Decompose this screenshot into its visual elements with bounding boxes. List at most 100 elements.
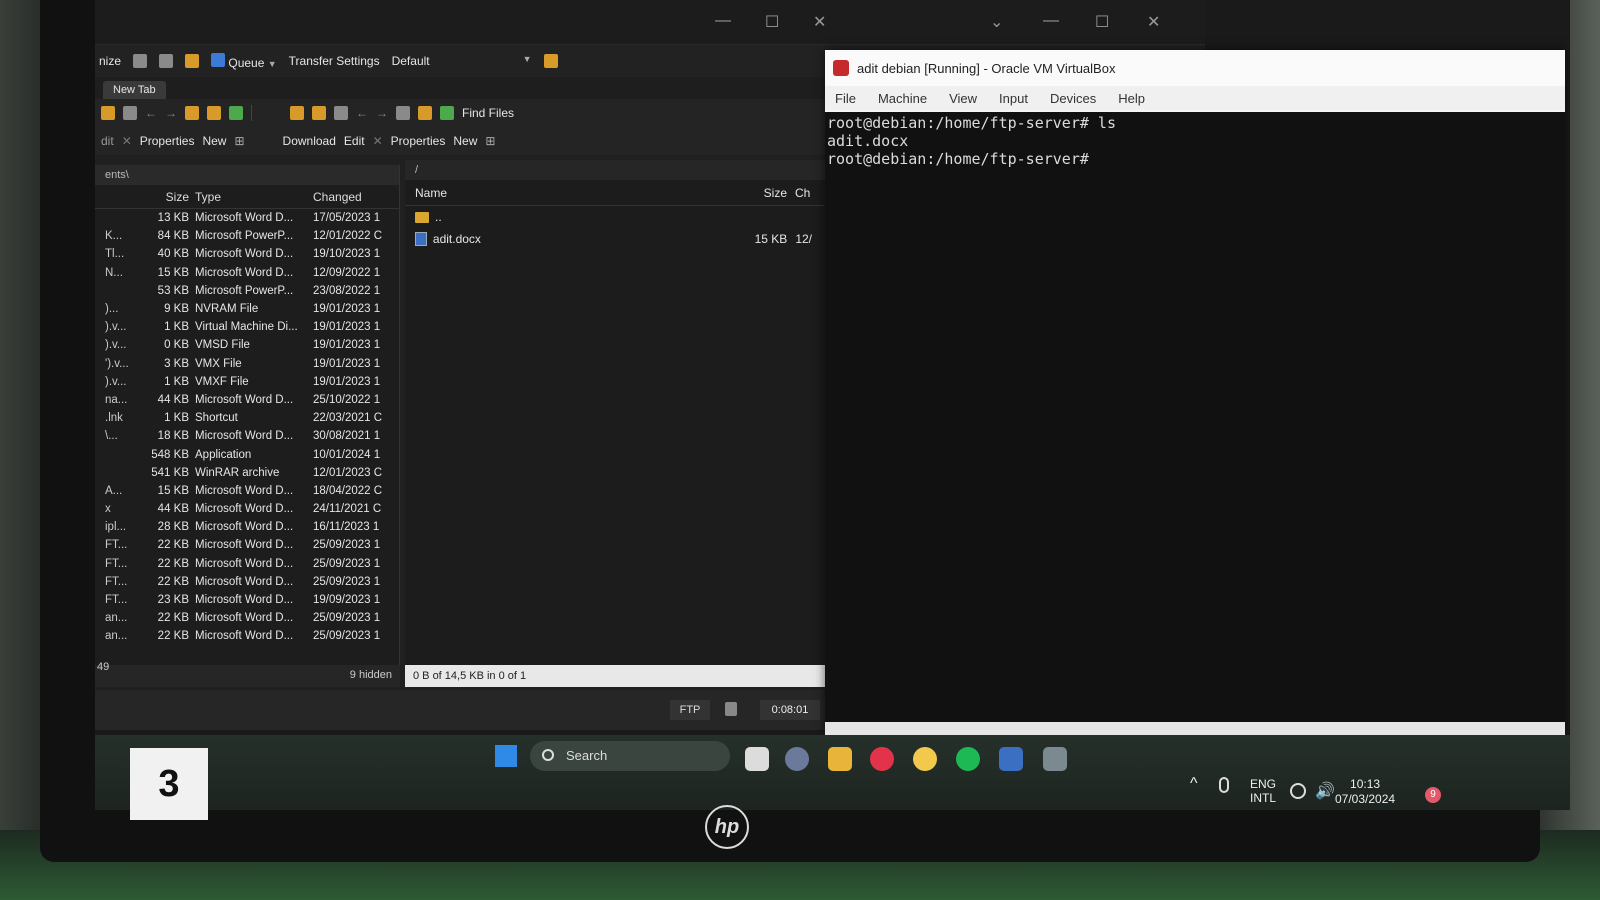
- terminal-console[interactable]: root@debian:/home/ftp-server# ls adit.doc…: [825, 112, 1565, 722]
- local-path[interactable]: ents\: [95, 165, 399, 185]
- column-type[interactable]: Type: [195, 190, 313, 204]
- local-new-button[interactable]: New: [202, 134, 226, 148]
- home-icon[interactable]: [207, 106, 221, 120]
- home-icon[interactable]: [418, 106, 432, 120]
- maximize-icon[interactable]: ☐: [765, 12, 779, 32]
- sync-icon[interactable]: [543, 54, 558, 68]
- table-row[interactable]: 53 KB Microsoft PowerP... 23/08/2022 1: [95, 282, 399, 300]
- table-row[interactable]: ').v... 3 KB VMX File 19/01/2023 1: [95, 355, 399, 373]
- system-clock[interactable]: 10:13 07/03/2024: [1335, 777, 1395, 807]
- table-row[interactable]: .lnk 1 KB Shortcut 22/03/2021 C: [95, 409, 399, 427]
- virtualbox-icon[interactable]: [999, 747, 1023, 771]
- microphone-icon[interactable]: [1219, 777, 1229, 793]
- maximize-icon[interactable]: ☐: [1095, 12, 1109, 32]
- tab-new-tab[interactable]: New Tab: [103, 81, 166, 99]
- table-row[interactable]: FT... 23 KB Microsoft Word D... 19/09/2023 …: [95, 591, 399, 609]
- toolbar-icon[interactable]: [159, 54, 174, 68]
- table-row[interactable]: x 44 KB Microsoft Word D... 24/11/2021 C: [95, 500, 399, 518]
- menu-file[interactable]: File: [835, 91, 856, 106]
- task-view-icon[interactable]: [745, 747, 769, 771]
- refresh-icon[interactable]: [440, 106, 454, 120]
- menu-view[interactable]: View: [949, 91, 977, 106]
- table-row[interactable]: FT... 22 KB Microsoft Word D... 25/09/2023 …: [95, 536, 399, 554]
- table-row[interactable]: FT... 22 KB Microsoft Word D... 25/09/2023 …: [95, 573, 399, 591]
- find-files-button[interactable]: Find Files: [462, 106, 514, 120]
- toolbar-cut-label[interactable]: nize: [99, 54, 121, 68]
- table-row[interactable]: Tl... 40 KB Microsoft Word D... 19/10/2023 …: [95, 245, 399, 263]
- chat-icon[interactable]: [785, 747, 809, 771]
- minimize-icon[interactable]: —: [1043, 12, 1059, 30]
- toolbar-icon[interactable]: [396, 106, 410, 120]
- close-icon[interactable]: ✕: [813, 12, 826, 32]
- close-icon[interactable]: ✕: [1147, 12, 1160, 32]
- table-row[interactable]: 541 KB WinRAR archive 12/01/2023 C: [95, 464, 399, 482]
- menu-input[interactable]: Input: [999, 91, 1028, 106]
- table-row[interactable]: 548 KB Application 10/01/2024 1: [95, 445, 399, 463]
- add-icon[interactable]: ⊞: [234, 134, 244, 148]
- table-row[interactable]: N... 15 KB Microsoft Word D... 12/09/2022 1: [95, 264, 399, 282]
- list-item[interactable]: ..: [405, 206, 825, 228]
- table-row[interactable]: an... 22 KB Microsoft Word D... 25/09/2023 …: [95, 609, 399, 627]
- taskbar-search[interactable]: Search: [530, 741, 730, 771]
- windows-start-icon[interactable]: [495, 745, 517, 767]
- spotify-icon[interactable]: [956, 747, 980, 771]
- table-row[interactable]: 13 KB Microsoft Word D... 17/05/2023 1: [95, 209, 399, 227]
- back-icon[interactable]: ←: [145, 106, 157, 120]
- volume-icon[interactable]: 🔊: [1315, 781, 1335, 801]
- gear-icon[interactable]: [185, 54, 200, 68]
- local-edit-button[interactable]: dit: [101, 134, 114, 148]
- filezilla-icon[interactable]: [1043, 747, 1067, 771]
- transfer-settings-select[interactable]: Default ▼: [392, 54, 532, 68]
- table-row[interactable]: ).v... 1 KB VMXF File 19/01/2023 1: [95, 373, 399, 391]
- folder-icon[interactable]: [312, 106, 326, 120]
- menu-help[interactable]: Help: [1118, 91, 1145, 106]
- column-size[interactable]: Size: [135, 190, 195, 204]
- minimize-icon[interactable]: —: [715, 12, 731, 30]
- table-row[interactable]: an... 22 KB Microsoft Word D... 25/09/2023 …: [95, 627, 399, 645]
- refresh-icon[interactable]: [229, 106, 243, 120]
- remote-edit-button[interactable]: Edit: [344, 134, 365, 148]
- download-button[interactable]: Download: [283, 134, 336, 148]
- folder-icon[interactable]: [290, 106, 304, 120]
- add-icon[interactable]: ⊞: [485, 134, 495, 148]
- column-name[interactable]: Name: [405, 186, 725, 200]
- local-properties-button[interactable]: Properties: [140, 134, 195, 148]
- table-row[interactable]: A... 15 KB Microsoft Word D... 18/04/2022 C: [95, 482, 399, 500]
- table-row[interactable]: \... 18 KB Microsoft Word D... 30/08/2021 1: [95, 427, 399, 445]
- back-icon[interactable]: ←: [356, 106, 368, 120]
- remote-properties-button[interactable]: Properties: [391, 134, 446, 148]
- column-changed[interactable]: Ch: [795, 186, 825, 200]
- notification-badge[interactable]: 9: [1425, 787, 1441, 803]
- remote-new-button[interactable]: New: [453, 134, 477, 148]
- menu-machine[interactable]: Machine: [878, 91, 927, 106]
- remote-path[interactable]: /: [405, 160, 825, 180]
- chrome-icon[interactable]: [913, 747, 937, 771]
- delete-icon[interactable]: ✕: [122, 134, 132, 148]
- table-row[interactable]: FT... 22 KB Microsoft Word D... 25/09/2023 …: [95, 555, 399, 573]
- network-icon[interactable]: [1290, 783, 1306, 799]
- file-explorer-icon[interactable]: [828, 747, 852, 771]
- chevron-down-icon[interactable]: ⌄: [990, 12, 1003, 32]
- column-size[interactable]: Size: [725, 186, 795, 200]
- queue-button[interactable]: Queue ▼: [211, 52, 277, 70]
- filter-icon[interactable]: [334, 106, 348, 120]
- table-row[interactable]: ).v... 1 KB Virtual Machine Di... 19/01/202…: [95, 318, 399, 336]
- delete-icon[interactable]: ✕: [373, 134, 383, 148]
- column-changed[interactable]: Changed: [313, 190, 393, 204]
- table-row[interactable]: ).v... 0 KB VMSD File 19/01/2023 1: [95, 336, 399, 354]
- opera-icon[interactable]: [870, 747, 894, 771]
- forward-icon[interactable]: →: [165, 106, 177, 120]
- table-row[interactable]: ipl... 28 KB Microsoft Word D... 16/11/2023…: [95, 518, 399, 536]
- folder-icon[interactable]: [185, 106, 199, 120]
- list-item[interactable]: adit.docx 15 KB 12/: [405, 228, 825, 250]
- folder-icon[interactable]: [101, 106, 115, 120]
- table-row[interactable]: K... 84 KB Microsoft PowerP... 12/01/2022 C: [95, 227, 399, 245]
- forward-icon[interactable]: →: [376, 106, 388, 120]
- table-row[interactable]: )... 9 KB NVRAM File 19/01/2023 1: [95, 300, 399, 318]
- language-indicator[interactable]: ENG INTL: [1250, 777, 1276, 805]
- menu-devices[interactable]: Devices: [1050, 91, 1096, 106]
- table-row[interactable]: na... 44 KB Microsoft Word D... 25/10/2022 …: [95, 391, 399, 409]
- filter-icon[interactable]: [123, 106, 137, 120]
- toolbar-icon[interactable]: [133, 54, 148, 68]
- chevron-up-icon[interactable]: ^: [1190, 775, 1198, 793]
